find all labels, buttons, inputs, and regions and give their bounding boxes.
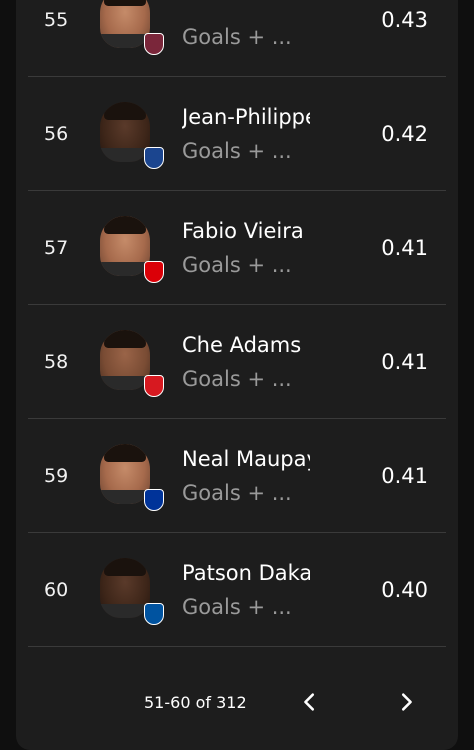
- player-row[interactable]: 55 Goals + ... 0.43: [16, 0, 458, 77]
- player-photo: [100, 102, 150, 162]
- player-photo: [100, 216, 150, 276]
- player-row[interactable]: 56 Jean-Philippe Goals + ... 0.42: [16, 77, 458, 191]
- player-name: Neal Maupay: [182, 447, 310, 471]
- previous-page-button[interactable]: [288, 680, 332, 724]
- crystal-palace-crest-icon: [144, 147, 164, 169]
- row-divider: [28, 646, 446, 647]
- player-name: Fabio Vieira: [182, 219, 304, 243]
- stat-value: 0.41: [381, 236, 428, 260]
- player-photo: [100, 330, 150, 390]
- stat-value: 0.40: [381, 578, 428, 602]
- stat-value: 0.43: [381, 8, 428, 32]
- stat-value: 0.41: [381, 464, 428, 488]
- player-photo: [100, 0, 150, 48]
- stat-value: 0.42: [381, 122, 428, 146]
- player-row[interactable]: 60 Patson Daka Goals + ... 0.40: [16, 533, 458, 647]
- player-rank: 58: [44, 351, 69, 373]
- player-row[interactable]: 59 Neal Maupay Goals + ... 0.41: [16, 419, 458, 533]
- chevron-right-icon: [401, 693, 412, 711]
- player-rank: 57: [44, 237, 69, 259]
- player-photo: [100, 558, 150, 618]
- pagination-range: 51-60 of 312: [144, 692, 247, 712]
- player-rank: 56: [44, 123, 69, 145]
- player-rank: 59: [44, 465, 69, 487]
- stat-value: 0.41: [381, 350, 428, 374]
- player-photo: [100, 444, 150, 504]
- player-name: [182, 0, 310, 19]
- stat-label: Goals + ...: [182, 595, 292, 619]
- player-name: Patson Daka: [182, 561, 310, 585]
- stat-label: Goals + ...: [182, 25, 292, 49]
- stat-label: Goals + ...: [182, 367, 292, 391]
- player-name: Jean-Philippe: [182, 105, 310, 129]
- leaderboard-panel: 55 Goals + ... 0.43 56 Jean-Philippe Goa…: [16, 0, 458, 750]
- pagination: 51-60 of 312: [16, 680, 458, 724]
- arsenal-crest-icon: [144, 261, 164, 283]
- next-page-button[interactable]: [384, 680, 428, 724]
- stat-label: Goals + ...: [182, 253, 292, 277]
- player-row[interactable]: 58 Che Adams Goals + ... 0.41: [16, 305, 458, 419]
- southampton-crest-icon: [144, 375, 164, 397]
- player-name: Che Adams: [182, 333, 302, 357]
- stat-label: Goals + ...: [182, 139, 292, 163]
- everton-crest-icon: [144, 489, 164, 511]
- west-ham-crest-icon: [144, 33, 164, 55]
- leicester-crest-icon: [144, 603, 164, 625]
- player-row[interactable]: 57 Fabio Vieira Goals + ... 0.41: [16, 191, 458, 305]
- chevron-left-icon: [304, 693, 315, 711]
- stat-label: Goals + ...: [182, 481, 292, 505]
- player-rank: 55: [44, 9, 69, 31]
- player-rank: 60: [44, 579, 69, 601]
